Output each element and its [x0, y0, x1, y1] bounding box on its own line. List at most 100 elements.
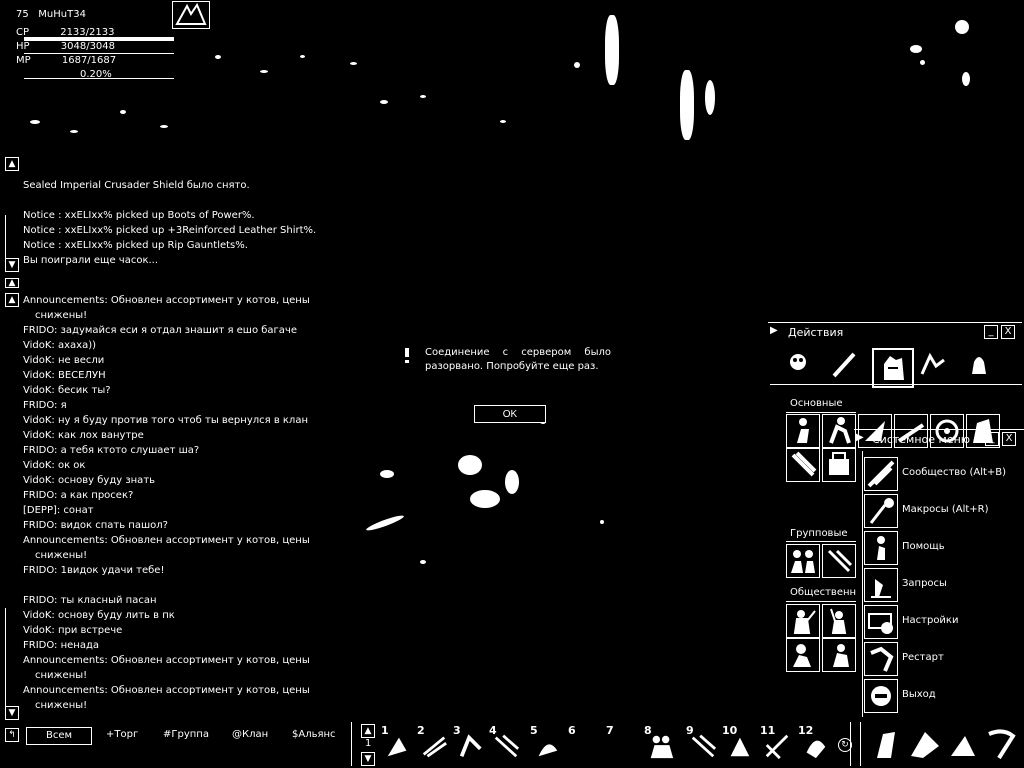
close-button[interactable]: X: [1002, 432, 1016, 446]
tab-skills-icon[interactable]: [918, 352, 948, 378]
system-log-scroll-up-icon[interactable]: ▲: [5, 157, 19, 171]
tab-attack-icon[interactable]: [830, 350, 860, 380]
hotbar-slot[interactable]: 2: [417, 724, 451, 762]
system-menu: ▶ Системное меню _ X Сообщество (Alt+B) М…: [854, 429, 1024, 719]
character-level: 75: [16, 9, 29, 20]
tab-bell-icon[interactable]: [966, 350, 992, 380]
no-icon[interactable]: [822, 638, 856, 672]
skill-slot-icon: [538, 744, 558, 757]
chat-line: Announcements: Обновлен ассортимент у ко…: [23, 295, 310, 306]
system-menu-item[interactable]: Сообщество (Alt+B): [864, 457, 1024, 493]
target-icon[interactable]: [172, 1, 210, 29]
settings-icon[interactable]: [864, 605, 898, 639]
system-menu-item[interactable]: Макросы (Alt+R): [864, 494, 1024, 530]
hotbar-slot[interactable]: 1: [381, 724, 415, 762]
mp-label: MP: [16, 55, 31, 66]
skill-slot-icon[interactable]: [945, 726, 981, 762]
victory-icon[interactable]: [822, 604, 856, 638]
chat-line: снижены!: [35, 310, 88, 321]
chat-line: FRIDO: 1видок удачи тебе!: [23, 565, 165, 576]
private-store-icon[interactable]: [786, 448, 820, 482]
actions-title: Действия: [788, 326, 844, 339]
hotbar-slot[interactable]: 3: [453, 724, 487, 762]
tab-basic-icon[interactable]: [786, 350, 810, 378]
system-menu-titlebar[interactable]: ▶ Системное меню _ X: [854, 429, 1024, 448]
collapse-arrow-icon[interactable]: ▶: [770, 325, 778, 336]
hotbar-page-down-icon[interactable]: ▼: [361, 752, 375, 766]
hotbar-slot[interactable]: 12: [798, 724, 832, 762]
skill-slot-icon[interactable]: [907, 726, 943, 762]
hotbar-slot[interactable]: 10: [722, 724, 756, 762]
chat-line: [DEPP]: сонат: [23, 505, 94, 516]
recipe-icon[interactable]: [822, 448, 856, 482]
minimize-button[interactable]: _: [985, 432, 999, 446]
skill-slot-icon[interactable]: [869, 726, 905, 762]
chat-line: VidoK: ну я буду против того чтоб ты вер…: [23, 415, 308, 426]
hp-bar: [24, 53, 174, 54]
chat-tab-alliance[interactable]: $Альянс: [292, 727, 336, 743]
chat-tab-party[interactable]: #Группа: [163, 727, 209, 743]
chat-line: Announcements: Обновлен ассортимент у ко…: [23, 685, 310, 696]
chat-line: FRIDO: ты класный пасан: [23, 595, 157, 606]
chat-tab-all[interactable]: Всем: [26, 727, 92, 745]
walk-run-icon[interactable]: [822, 414, 856, 448]
skill-slot-icon: [730, 737, 750, 757]
help-icon[interactable]: [864, 531, 898, 565]
hotbar-rotate-icon[interactable]: ↻: [838, 738, 852, 752]
hotbar-slot[interactable]: 5: [530, 724, 564, 762]
chat-line: FRIDO: я: [23, 400, 67, 411]
chat-scroll-down-icon[interactable]: ▼: [5, 706, 19, 720]
system-menu-item[interactable]: Выход: [864, 679, 1024, 715]
ok-button[interactable]: OK: [474, 405, 546, 423]
chat-line: VidoK: основу буду знать: [23, 475, 156, 486]
sit-stand-icon[interactable]: [786, 414, 820, 448]
hotbar-slot[interactable]: 8: [644, 724, 678, 762]
community-icon[interactable]: [864, 457, 898, 491]
leave-party-icon[interactable]: [822, 544, 856, 578]
skill-slot-icon[interactable]: [983, 726, 1019, 762]
collapse-arrow-icon[interactable]: ▶: [856, 432, 864, 443]
system-menu-item[interactable]: Помощь: [864, 531, 1024, 567]
actions-titlebar[interactable]: ▶ Действия _ X: [768, 322, 1022, 341]
hp-value: 3048/3048: [60, 41, 116, 52]
skill-slot-icon: [494, 734, 520, 758]
system-log-line: Sealed Imperial Crusader Shield было сня…: [23, 180, 250, 191]
chat-line: VidoK: как лох ванутре: [23, 430, 144, 441]
system-menu-item-label: Рестарт: [902, 652, 944, 663]
chat-line: VidoK: основу буду лить в пк: [23, 610, 175, 621]
system-log-scroll-down-icon[interactable]: ▼: [5, 258, 19, 272]
greet-icon[interactable]: [786, 604, 820, 638]
tab-social-icon[interactable]: [872, 348, 914, 388]
hotbar-slot[interactable]: 11: [760, 724, 794, 762]
system-menu-item-label: Макросы (Alt+R): [902, 504, 989, 515]
chat-resize-handle-icon[interactable]: ▲: [5, 278, 19, 288]
charge-icon[interactable]: [786, 638, 820, 672]
chat-scroll-up-icon[interactable]: ▲: [5, 293, 19, 307]
hotbar-page-up-icon[interactable]: ▲: [361, 724, 375, 738]
chat-tab-trade[interactable]: +Торг: [106, 727, 138, 743]
invite-party-icon[interactable]: [786, 544, 820, 578]
close-button[interactable]: X: [1001, 325, 1015, 339]
system-menu-item[interactable]: Запросы: [864, 568, 1024, 604]
system-menu-title: Системное меню: [872, 433, 971, 446]
character-name: MuHuT34: [38, 9, 86, 20]
petition-icon[interactable]: [864, 568, 898, 602]
exit-icon[interactable]: [864, 679, 898, 713]
skill-slot-icon: [765, 734, 789, 760]
skill-slot-icon: [650, 735, 674, 759]
restart-icon[interactable]: [864, 642, 898, 676]
chat-line: FRIDO: а как просек?: [23, 490, 134, 501]
hotbar-slot[interactable]: 7: [606, 724, 640, 762]
hotbar-slot[interactable]: 4: [489, 724, 523, 762]
hotbar-slot[interactable]: 9: [686, 724, 720, 762]
section-party-label: Групповые: [790, 528, 848, 539]
hotbar-slot[interactable]: 6: [568, 724, 602, 762]
chat-mode-icon[interactable]: ↰: [5, 728, 19, 742]
system-menu-item[interactable]: Рестарт: [864, 642, 1024, 678]
macro-icon[interactable]: [864, 494, 898, 528]
chat-line: VidoK: ВЕСЕЛУН: [23, 370, 106, 381]
minimize-button[interactable]: _: [984, 325, 998, 339]
chat-line: VidoK: при встрече: [23, 625, 123, 636]
chat-tab-clan[interactable]: @Клан: [232, 727, 268, 743]
system-menu-item[interactable]: Настройки: [864, 605, 1024, 641]
